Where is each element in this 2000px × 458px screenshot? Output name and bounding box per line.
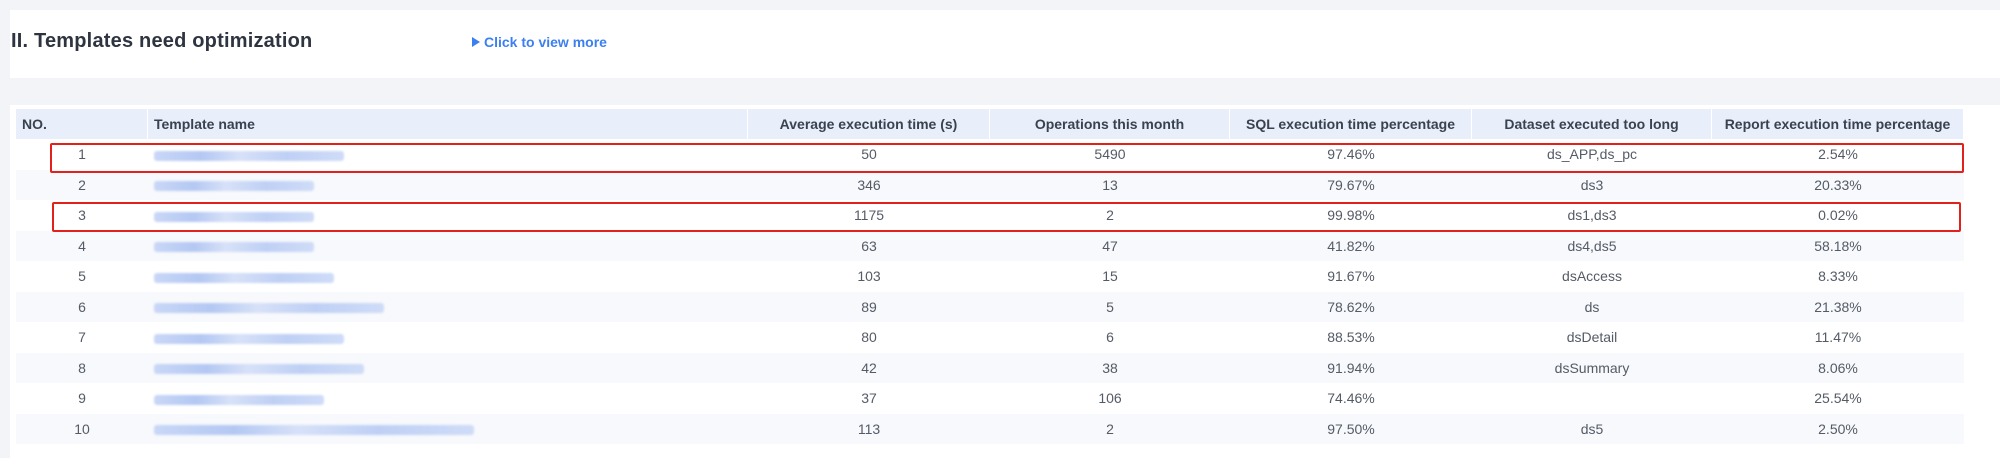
cell-dataset: dsSummary [1472,352,1712,383]
play-triangle-icon [472,37,480,47]
cell-avg: 113 [748,413,990,444]
section-title: II. Templates need optimization [11,30,313,52]
cell-sql: 91.67% [1327,268,1375,285]
cell-dataset: ds3 [1472,169,1712,200]
table-row[interactable]: 2 346 13 79.67% ds3 20.33% [16,169,1964,200]
cell-report: 2.50% [1712,413,1964,444]
cell-dataset: ds4,ds5 [1472,230,1712,261]
cell-ops: 106 [1098,390,1122,407]
cell-no: 5 [78,268,86,285]
cell-report: 11.47% [1814,329,1862,346]
table-row[interactable]: 9 37 106 74.46% 25.54% [16,383,1964,414]
cell-avg: 89 [748,291,990,322]
cell-avg: 63 [748,230,990,261]
redacted-template-name [154,242,314,253]
cell-ops: 47 [990,230,1230,261]
view-more-link[interactable]: Click to view more [472,34,607,50]
redacted-template-name [154,333,344,344]
cell-no: 9 [78,390,86,407]
cell-no: 6 [16,291,148,322]
cell-dataset: ds5 [1472,413,1712,444]
view-more-label: Click to view more [484,34,607,50]
cell-ops: 5 [990,291,1230,322]
cell-template-name [148,169,748,200]
column-header-template-name[interactable]: Template name [148,109,748,139]
cell-template-name [148,291,748,322]
cell-avg: 346 [748,169,990,200]
cell-sql: 79.67% [1230,169,1472,200]
table-row[interactable]: 4 63 47 41.82% ds4,ds5 58.18% [16,230,1964,261]
column-header-sql-percentage[interactable]: SQL execution time percentage [1230,109,1472,139]
cell-template-name [148,383,748,414]
redacted-template-name [154,394,324,405]
cell-sql: 97.50% [1230,413,1472,444]
table-row[interactable]: 10 113 2 97.50% ds5 2.50% [16,413,1964,444]
redacted-template-name [154,181,314,192]
cell-report: 58.18% [1712,230,1964,261]
cell-no: 7 [78,329,86,346]
cell-template-name [148,322,748,353]
cell-avg: 103 [857,268,881,285]
cell-report: 8.33% [1818,268,1858,285]
cell-ops: 13 [990,169,1230,200]
cell-report: 21.38% [1712,291,1964,322]
cell-sql: 91.94% [1230,352,1472,383]
table-row[interactable]: 5 103 15 91.67% dsAccess 8.33% [16,261,1964,292]
cell-sql: 78.62% [1230,291,1472,322]
column-header-report-percentage[interactable]: Report execution time percentage [1712,109,1964,139]
cell-ops: 6 [1106,329,1114,346]
cell-report: 20.33% [1712,169,1964,200]
cell-avg: 42 [748,352,990,383]
cell-sql: 41.82% [1230,230,1472,261]
cell-template-name [148,261,748,292]
cell-report: 25.54% [1814,390,1862,407]
cell-dataset: dsAccess [1562,268,1622,285]
cell-report: 8.06% [1712,352,1964,383]
cell-avg: 37 [861,390,877,407]
cell-dataset [1472,383,1712,414]
cell-no: 2 [16,169,148,200]
cell-template-name [148,230,748,261]
table-row[interactable]: 6 89 5 78.62% ds 21.38% [16,291,1964,322]
cell-no: 8 [16,352,148,383]
table-header-row: NO. Template name Average execution time… [16,109,1964,139]
redacted-template-name [154,364,364,375]
redacted-template-name [154,272,334,283]
column-header-no[interactable]: NO. [16,109,148,139]
cell-dataset: dsDetail [1566,329,1618,346]
highlight-box-row-3 [52,202,1961,232]
cell-dataset: ds [1472,291,1712,322]
cell-template-name [148,413,748,444]
table-row[interactable]: 8 42 38 91.94% dsSummary 8.06% [16,352,1964,383]
column-header-dataset-too-long[interactable]: Dataset executed too long [1472,109,1712,139]
column-header-operations-month[interactable]: Operations this month [990,109,1230,139]
redacted-template-name [154,425,474,436]
cell-no: 10 [16,413,148,444]
cell-template-name [148,352,748,383]
redacted-template-name [154,303,384,314]
cell-ops: 2 [990,413,1230,444]
cell-ops: 15 [1102,268,1118,285]
column-header-avg-execution-time[interactable]: Average execution time (s) [748,109,990,139]
highlight-box-row-1 [50,143,1964,173]
cell-no: 4 [16,230,148,261]
cell-avg: 80 [861,329,877,346]
cell-ops: 38 [990,352,1230,383]
cell-sql: 74.46% [1327,390,1375,407]
table-row[interactable]: 7 80 6 88.53% dsDetail 11.47% [16,322,1964,353]
cell-sql: 88.53% [1327,329,1375,346]
